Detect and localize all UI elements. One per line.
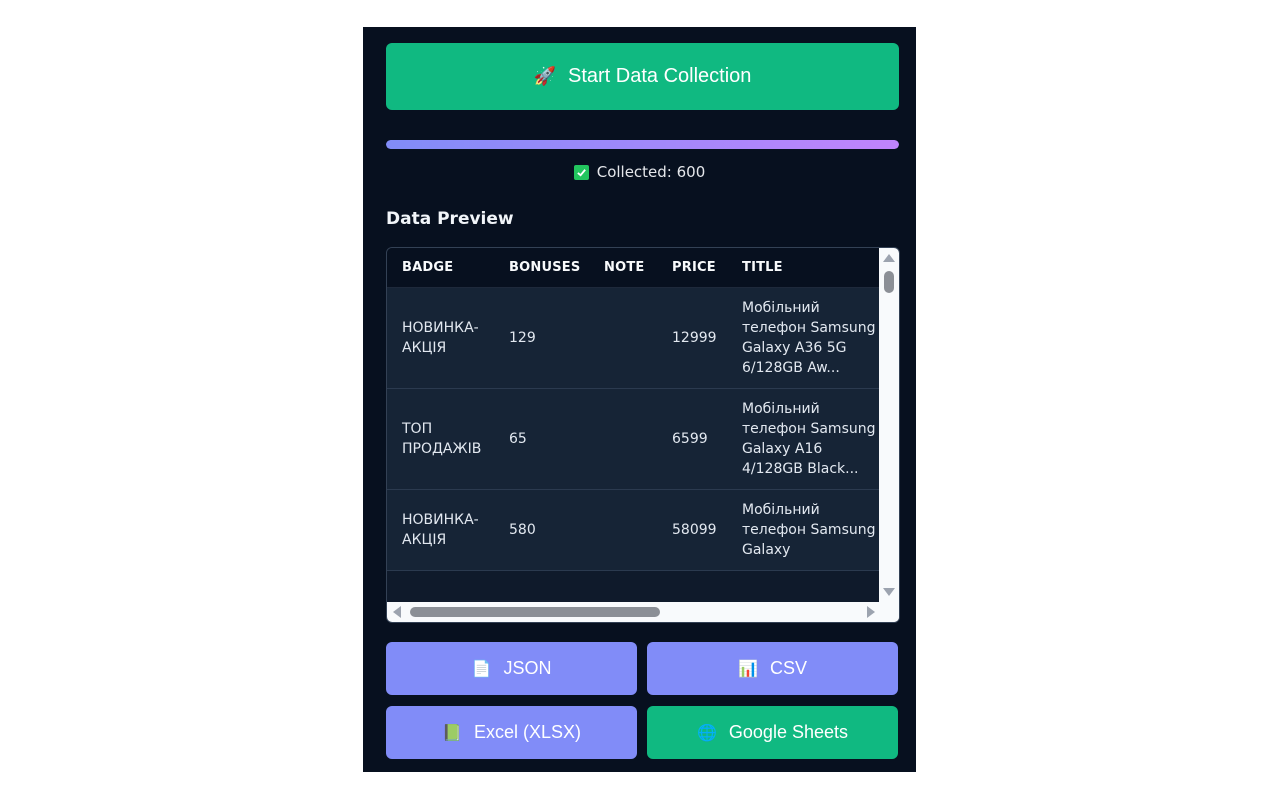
cell-bonuses: 65: [494, 388, 589, 490]
scroll-up-arrow-icon[interactable]: [883, 254, 895, 262]
column-header-badge: BADGE: [387, 248, 494, 288]
data-preview-table[interactable]: BADGE BONUSES NOTE PRICE TITLE НОВИНКА-А…: [386, 247, 900, 623]
scroll-left-arrow-icon[interactable]: [393, 606, 401, 618]
document-icon: 📄: [471, 660, 492, 678]
column-header-title: TITLE: [727, 248, 879, 288]
horizontal-scrollbar[interactable]: [387, 602, 899, 622]
export-json-label: JSON: [503, 658, 552, 678]
green-book-icon: 📗: [442, 724, 462, 742]
export-csv-button[interactable]: 📊 CSV: [647, 642, 898, 695]
start-button-label: Start Data Collection: [568, 65, 752, 87]
checkmark-icon: [573, 164, 589, 180]
cell-price: 12999: [657, 287, 727, 389]
cell-badge: НОВИНКА-АКЦІЯ: [387, 287, 494, 389]
cell-note: [589, 388, 657, 490]
cell-note: [589, 489, 657, 571]
export-google-sheets-button[interactable]: 🌐 Google Sheets: [647, 706, 898, 759]
export-csv-label: CSV: [769, 658, 807, 678]
cell-title: Мобільний телефон Samsung Galaxy: [727, 489, 879, 571]
cell-price: 58099: [657, 489, 727, 571]
table-row: НОВИНКА-АКЦІЯ 580 58099 Мобільний телефо…: [387, 489, 879, 571]
cell-title: Мобільний телефон Samsung Galaxy A36 5G …: [727, 287, 879, 389]
cell-price: 6599: [657, 388, 727, 490]
export-xlsx-label: Excel (XLSX): [473, 722, 581, 742]
horizontal-scroll-thumb[interactable]: [410, 607, 660, 617]
cell-bonuses: 129: [494, 287, 589, 389]
export-xlsx-button[interactable]: 📗 Excel (XLSX): [386, 706, 637, 759]
status-text: Collected: 600: [596, 163, 706, 181]
column-header-note: NOTE: [589, 248, 657, 288]
table-header-row: BADGE BONUSES NOTE PRICE TITLE: [387, 248, 879, 288]
vertical-scroll-thumb[interactable]: [884, 271, 894, 293]
scrollbar-corner: [879, 602, 899, 622]
table-row: ТОП ПРОДАЖІВ 65 6599 Мобільний телефон S…: [387, 388, 879, 490]
progress-fill: [386, 140, 899, 149]
start-data-collection-button[interactable]: 🚀 Start Data Collection: [386, 43, 899, 110]
column-header-bonuses: BONUSES: [494, 248, 589, 288]
bar-chart-icon: 📊: [738, 660, 758, 678]
export-json-button[interactable]: 📄 JSON: [386, 642, 637, 695]
cell-note: [589, 287, 657, 389]
extension-panel: 🚀 Start Data Collection Collected: 600 D…: [363, 27, 916, 772]
globe-icon: 🌐: [696, 724, 717, 742]
export-google-sheets-label: Google Sheets: [728, 722, 848, 742]
column-header-price: PRICE: [657, 248, 727, 288]
progress-bar: [386, 140, 899, 149]
table-viewport[interactable]: BADGE BONUSES NOTE PRICE TITLE НОВИНКА-А…: [387, 248, 879, 602]
cell-badge: НОВИНКА-АКЦІЯ: [387, 489, 494, 571]
scroll-down-arrow-icon[interactable]: [883, 588, 895, 596]
data-preview-title: Data Preview: [386, 209, 514, 229]
scroll-right-arrow-icon[interactable]: [867, 606, 875, 618]
table-row: НОВИНКА-АКЦІЯ 129 12999 Мобільний телефо…: [387, 287, 879, 389]
cell-title: Мобільний телефон Samsung Galaxy A16 4/1…: [727, 388, 879, 490]
rocket-icon: 🚀: [533, 66, 556, 86]
cell-bonuses: 580: [494, 489, 589, 571]
cell-badge: ТОП ПРОДАЖІВ: [387, 388, 494, 490]
vertical-scrollbar[interactable]: [879, 248, 899, 602]
collection-status: Collected: 600: [363, 163, 916, 181]
